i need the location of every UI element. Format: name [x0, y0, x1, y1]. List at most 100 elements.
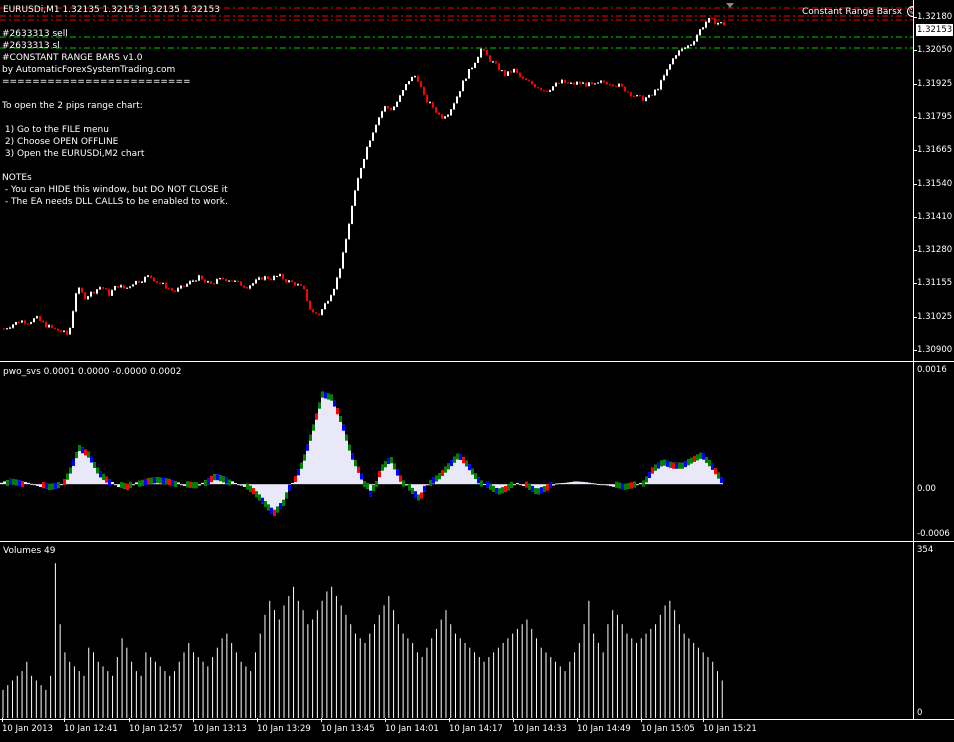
- osc-edge: [372, 484, 375, 491]
- osc-bar: [132, 484, 135, 486]
- time-axis-label: 10 Jan 13:13: [193, 724, 247, 734]
- osc-bar: [180, 484, 183, 486]
- osc-edge: [48, 483, 51, 490]
- candle-body: [33, 318, 35, 323]
- candle-body: [60, 330, 62, 332]
- osc-edge: [18, 480, 21, 487]
- osc-edge: [531, 485, 534, 492]
- candle-body: [318, 313, 320, 315]
- osc-edge: [540, 487, 543, 494]
- constant-range-bars-panel[interactable]: Constant Range Barsx ☺: [802, 6, 918, 17]
- candle-body: [723, 22, 725, 26]
- candle-body: [552, 86, 554, 91]
- osc-edge: [696, 454, 699, 461]
- info-line: [2, 112, 228, 124]
- osc-edge: [414, 491, 417, 498]
- info-line: #CONSTANT RANGE BARS v1.0: [2, 53, 143, 63]
- candle-body: [624, 86, 626, 92]
- candle-body: [369, 140, 371, 148]
- candle-body: [261, 277, 263, 280]
- candle-body: [105, 288, 107, 290]
- osc-bar: [639, 482, 642, 485]
- info-line: - The EA needs DLL CALLS to be enabled t…: [2, 197, 228, 207]
- candle-body: [414, 76, 416, 78]
- candle-body: [114, 286, 116, 291]
- candle-body: [654, 89, 656, 96]
- osc-bar: [336, 408, 339, 485]
- candle-body: [153, 277, 155, 282]
- osc-bar: [588, 482, 591, 485]
- candle-body: [705, 22, 707, 28]
- candle-body: [21, 320, 23, 323]
- candle-body: [66, 330, 68, 335]
- osc-edge: [705, 456, 708, 463]
- time-axis-tick: [385, 718, 386, 722]
- osc-edge: [96, 467, 99, 474]
- osc-bar: [573, 481, 576, 485]
- candle-body: [636, 95, 638, 97]
- candle-body: [510, 71, 512, 73]
- candle-body: [24, 320, 26, 324]
- time-axis-label: 10 Jan 13:45: [321, 724, 375, 734]
- candle-body: [288, 280, 290, 283]
- osc-edge: [210, 476, 213, 483]
- candle-body: [567, 82, 569, 84]
- candle-body: [438, 112, 440, 115]
- panel-close[interactable]: x: [897, 7, 902, 17]
- osc-bar: [183, 484, 186, 486]
- osc-edge: [126, 483, 129, 490]
- candle-body: [102, 287, 104, 289]
- candle-body: [549, 90, 551, 92]
- candle-body: [72, 311, 74, 328]
- candle-body: [294, 282, 296, 286]
- candle-body: [615, 86, 617, 88]
- osc-edge: [708, 460, 711, 467]
- candle-body: [168, 288, 170, 290]
- osc-edge: [66, 473, 69, 480]
- candle-body: [96, 289, 98, 294]
- price-axis-label: 1.32050: [917, 45, 953, 56]
- candle-body: [399, 95, 401, 102]
- indicator-pane[interactable]: [0, 362, 914, 541]
- osc-edge: [309, 434, 312, 441]
- volume-axis-max: 354: [917, 545, 934, 555]
- candle-body: [180, 285, 182, 289]
- candle-body: [177, 288, 179, 292]
- candle-body: [141, 281, 143, 283]
- mt4-chart-window[interactable]: EURUSDi,M1 1.32135 1.32153 1.32135 1.321…: [0, 0, 954, 742]
- candle-body: [357, 178, 359, 191]
- volume-pane[interactable]: [0, 542, 914, 719]
- osc-bar: [135, 482, 138, 485]
- osc-edge: [660, 460, 663, 467]
- time-axis-label: 10 Jan 14:49: [577, 724, 631, 734]
- osc-edge: [54, 482, 57, 489]
- osc-bar: [0, 482, 3, 485]
- osc-edge: [423, 485, 426, 492]
- candle-body: [171, 288, 173, 291]
- candle-body: [126, 287, 128, 289]
- osc-bar: [342, 424, 345, 485]
- candle-body: [111, 290, 113, 296]
- candle-body: [321, 309, 323, 315]
- osc-edge: [312, 424, 315, 431]
- candle-body: [333, 288, 335, 296]
- osc-bar: [234, 482, 237, 485]
- candle-body: [174, 290, 176, 292]
- info-line: [2, 160, 228, 172]
- time-axis-border: [0, 719, 954, 720]
- candle-body: [54, 327, 56, 329]
- candle-body: [228, 280, 230, 282]
- candle-body: [81, 287, 83, 293]
- candle-body: [303, 285, 305, 290]
- info-line: 3) Open the EURUSDi,M2 chart: [2, 149, 145, 159]
- candle-body: [51, 325, 53, 328]
- candle-body: [87, 296, 89, 300]
- volume-header: Volumes 49: [3, 546, 56, 556]
- candle-body: [99, 287, 101, 290]
- candle-body: [594, 83, 596, 85]
- osc-bar: [333, 400, 336, 485]
- candle-body: [648, 94, 650, 98]
- osc-edge: [174, 480, 177, 487]
- candle-body: [708, 17, 710, 23]
- osc-edge: [444, 466, 447, 473]
